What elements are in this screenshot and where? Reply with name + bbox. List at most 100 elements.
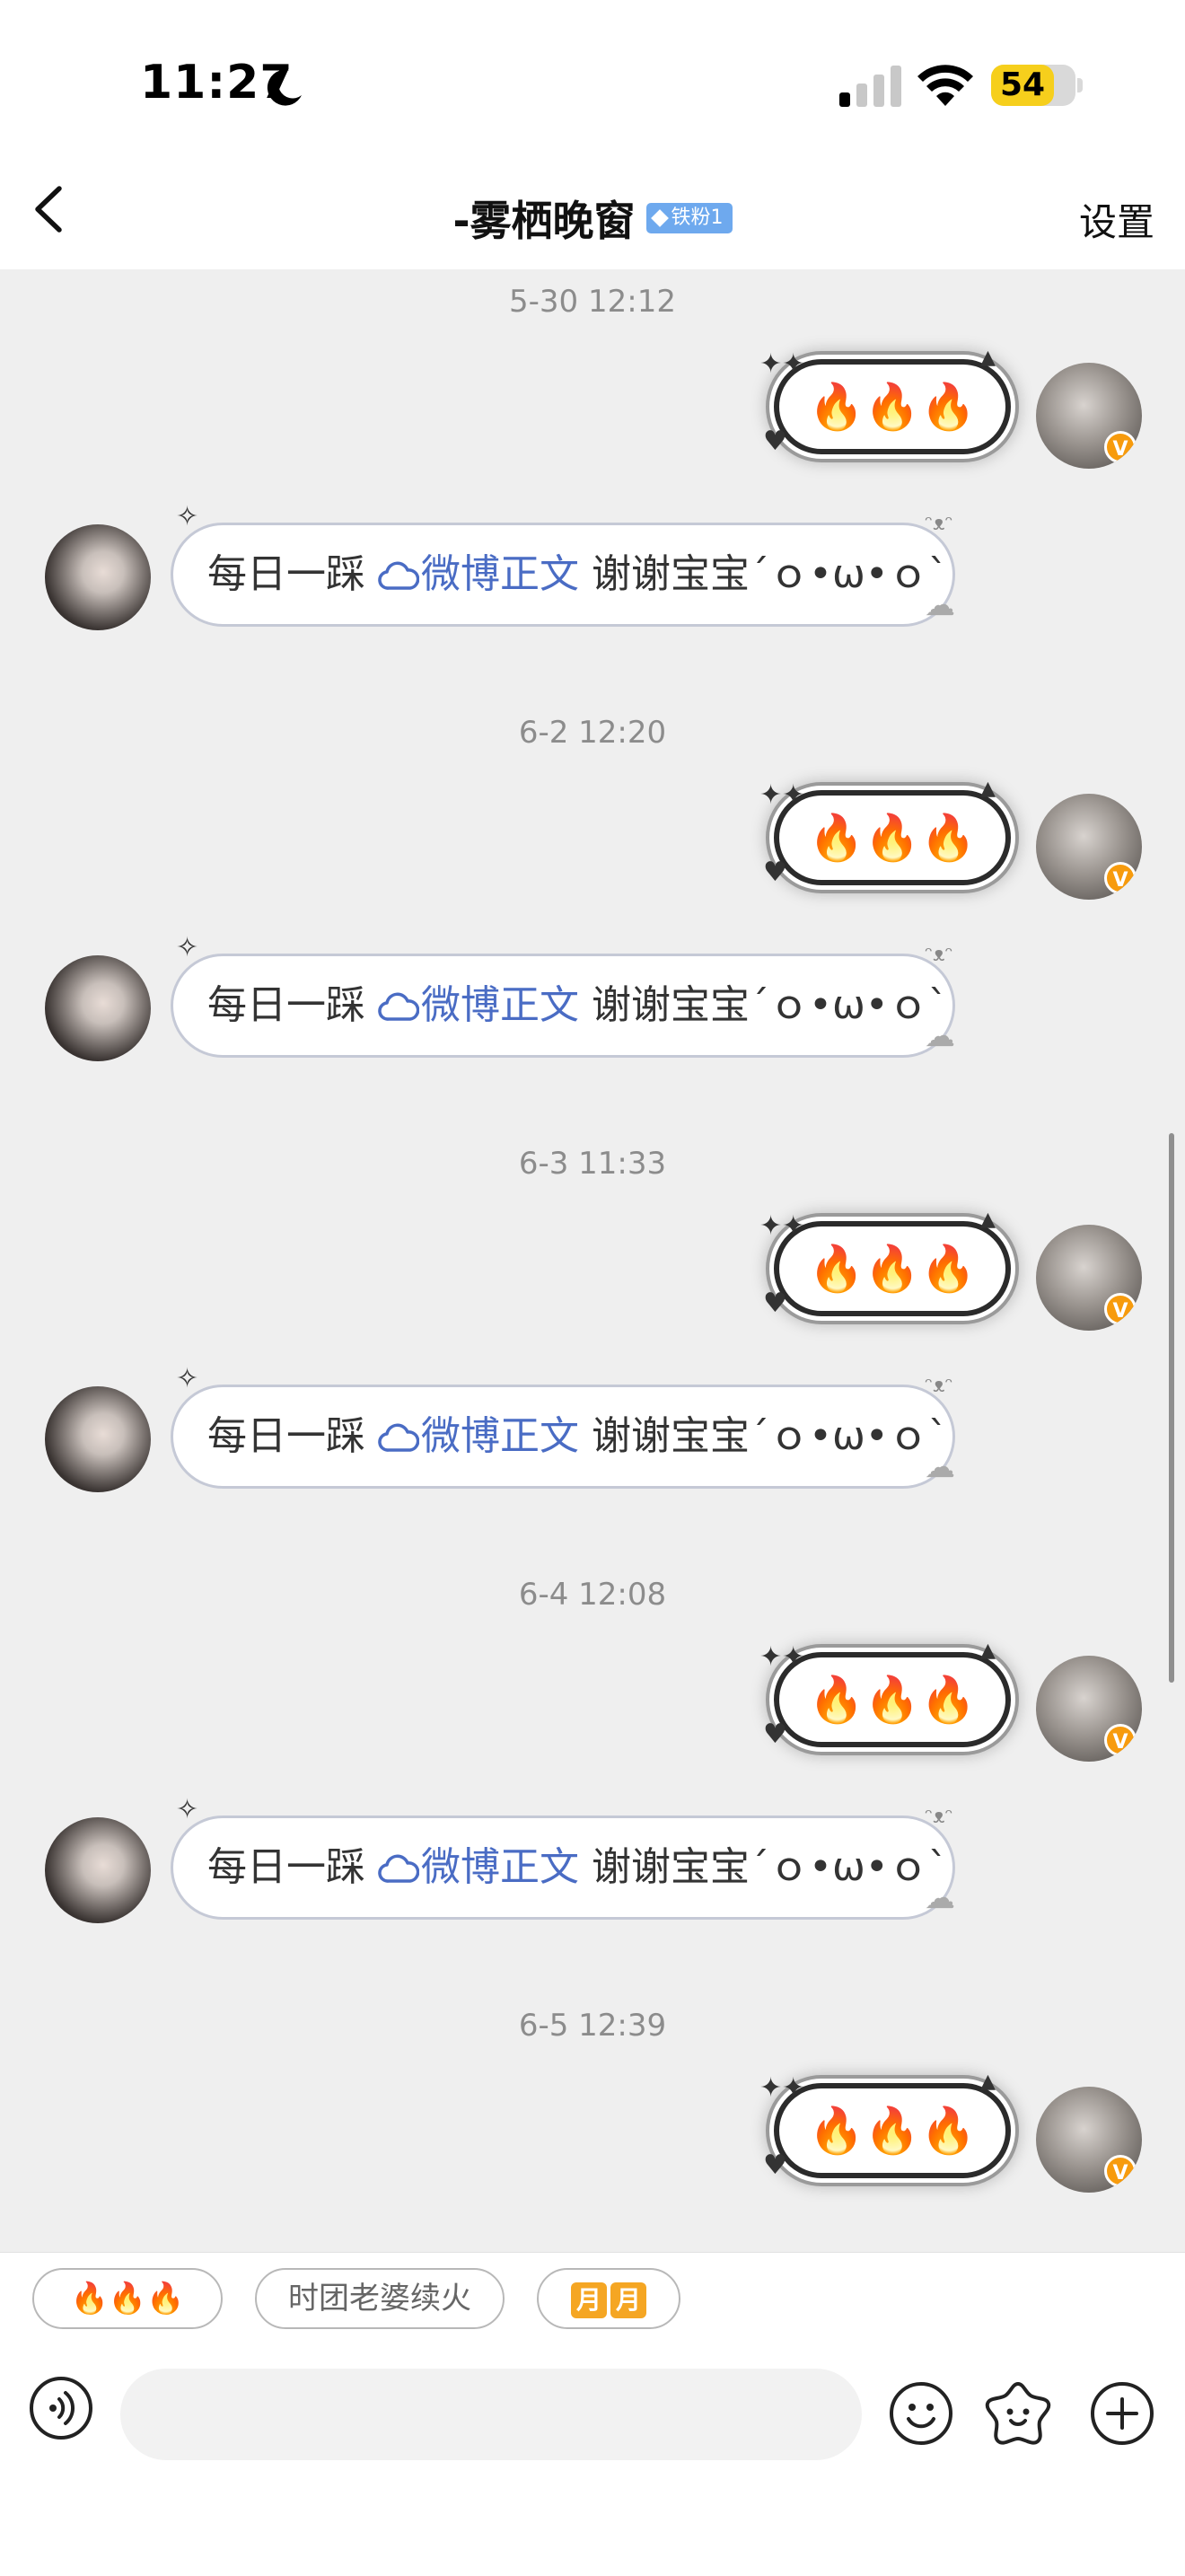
vip-badge-icon: V [1104,862,1137,894]
message-text: 每日一踩 [207,1844,365,1890]
message-text: 每日一踩 [207,982,365,1028]
message-text: 谢谢宝宝 [592,982,750,1028]
vip-badge-icon: V [1104,1293,1137,1325]
message-input[interactable] [120,2369,862,2460]
message-timestamp: 5-30 12:12 [509,284,676,320]
witch-hat-icon: ▲ [980,778,996,800]
quick-reply-renew[interactable]: 时团老婆续火 [255,2268,505,2329]
message-text: 谢谢宝宝 [592,551,750,597]
vip-badge-icon: V [1104,431,1137,463]
scrollbar[interactable] [1169,1133,1174,1683]
diamond-icon [650,209,669,227]
cat-face-icon: ᵔᴥᵔ [925,944,953,966]
sent-message-bubble[interactable]: 🔥🔥🔥 [774,2083,1011,2178]
kaomoji-text: ´ｏ•ω•ｏ` [750,1413,948,1459]
avatar-me[interactable]: V [1036,363,1142,469]
message-timestamp: 6-5 12:39 [518,2008,667,2044]
vip-badge-icon: V [1104,1724,1137,1756]
avatar-contact[interactable] [45,524,151,630]
fan-badge-label: 铁粉1 [671,207,724,229]
cloud-link-icon [378,1423,419,1452]
emoji-icon[interactable] [889,2381,953,2446]
avatar-me[interactable]: V [1036,2087,1142,2193]
avatar-me[interactable]: V [1036,1225,1142,1331]
received-message-bubble[interactable]: 每日一踩 微博正文 谢谢宝宝´ｏ•ω•ｏ` [171,523,955,627]
heart-icon: ♥ [763,426,787,457]
avatar-contact[interactable] [45,1817,151,1923]
sent-message-bubble[interactable]: 🔥🔥🔥 [774,359,1011,454]
moon-icon [267,69,302,106]
kaomoji-text: ´ｏ•ω•ｏ` [750,982,948,1028]
sparkle-icon: ✧ [176,1794,199,1825]
plus-icon[interactable] [1090,2381,1154,2446]
avatar-contact[interactable] [45,955,151,1061]
settings-button[interactable]: 设置 [1079,192,1154,247]
sparkle-icon: ✧ [176,932,199,963]
received-message-bubble[interactable]: 每日一踩 微博正文 谢谢宝宝´ｏ•ω•ｏ` [171,1385,955,1489]
message-text: 谢谢宝宝 [592,1844,750,1890]
cloud-link-icon [378,992,419,1021]
witch-hat-icon: ▲ [980,2070,996,2093]
wifi-icon [917,65,973,106]
weibo-post-link[interactable]: 微博正文 [421,551,579,597]
battery-nub [1077,78,1083,92]
message-text: 谢谢宝宝 [592,1413,750,1459]
weibo-post-link[interactable]: 微博正文 [421,982,579,1028]
moon-sticker-b: 月 [610,2281,646,2318]
nav-title-group: -雾栖晚窗 铁粉1 [0,189,1185,248]
message-timestamp: 6-2 12:20 [518,715,667,751]
avatar-contact[interactable] [45,1386,151,1492]
signal-icon [839,66,901,107]
quick-reply-fire[interactable]: 🔥🔥🔥 [32,2268,223,2329]
cloud-link-icon [378,561,419,590]
received-message-bubble[interactable]: 每日一踩 微博正文 谢谢宝宝´ｏ•ω•ｏ` [171,954,955,1058]
moon-sticker-a: 月 [571,2281,607,2318]
sticker-icon[interactable] [984,2379,1052,2448]
heart-icon: ♥ [763,1288,787,1319]
ghost-blob-icon: ☁ [925,1018,955,1054]
chat-list[interactable]: 5-30 12:12 🔥🔥🔥 ✦✦ ♥ ▲ V 每日一踩 微博正文 谢谢宝宝´ｏ•ω•ｏ` ✧… [0,269,1185,2252]
fan-badge: 铁粉1 [645,203,733,233]
sent-message-bubble[interactable]: 🔥🔥🔥 [774,1221,1011,1316]
nav-bar: -雾栖晚窗 铁粉1 设置 [0,153,1185,269]
ghost-blob-icon: ☁ [925,1449,955,1485]
heart-icon: ♥ [763,2150,787,2181]
ghost-blob-icon: ☁ [925,1880,955,1916]
sparkle-icon: ✦✦ [759,348,805,380]
avatar-me[interactable]: V [1036,794,1142,900]
received-message-bubble[interactable]: 每日一踩 微博正文 谢谢宝宝´ｏ•ω•ｏ` [171,1816,955,1920]
witch-hat-icon: ▲ [980,347,996,369]
weibo-post-link[interactable]: 微博正文 [421,1844,579,1890]
sparkle-icon: ✧ [176,1363,199,1394]
vip-badge-icon: V [1104,2155,1137,2187]
cat-face-icon: ᵔᴥᵔ [925,1806,953,1828]
kaomoji-text: ´ｏ•ω•ｏ` [750,551,948,597]
cloud-link-icon [378,1854,419,1883]
ghost-blob-icon: ☁ [925,587,955,623]
sent-message-bubble[interactable]: 🔥🔥🔥 [774,1652,1011,1747]
witch-hat-icon: ▲ [980,1209,996,1231]
sparkle-icon: ✦✦ [759,1210,805,1242]
battery-level: 54 [999,66,1046,103]
page-title[interactable]: -雾栖晚窗 [452,197,635,245]
quick-reply-moon[interactable]: 月月 [537,2268,680,2329]
message-text: 每日一踩 [207,1413,365,1459]
heart-icon: ♥ [763,857,787,888]
weibo-post-link[interactable]: 微博正文 [421,1413,579,1459]
witch-hat-icon: ▲ [980,1640,996,1662]
sparkle-icon: ✧ [176,501,199,532]
heart-icon: ♥ [763,1719,787,1750]
sparkle-icon: ✦✦ [759,2072,805,2104]
battery-icon: 54 [991,65,1075,106]
message-text: 每日一踩 [207,551,365,597]
cat-face-icon: ᵔᴥᵔ [925,1375,953,1397]
message-timestamp: 6-3 11:33 [518,1146,667,1182]
avatar-me[interactable]: V [1036,1656,1142,1762]
voice-icon[interactable] [29,2376,93,2440]
sparkle-icon: ✦✦ [759,779,805,811]
sent-message-bubble[interactable]: 🔥🔥🔥 [774,790,1011,885]
message-timestamp: 6-4 12:08 [518,1577,667,1613]
status-bar: 11:27 54 [0,0,1185,153]
kaomoji-text: ´ｏ•ω•ｏ` [750,1844,948,1890]
sparkle-icon: ✦✦ [759,1641,805,1673]
